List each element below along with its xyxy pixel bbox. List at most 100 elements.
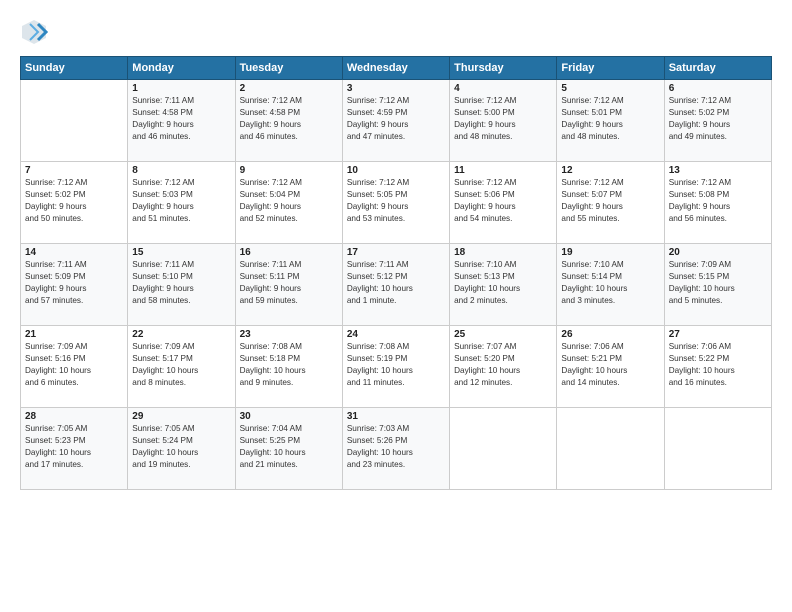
day-info: Sunrise: 7:12 AM Sunset: 5:06 PM Dayligh…	[454, 177, 552, 225]
day-info: Sunrise: 7:11 AM Sunset: 5:12 PM Dayligh…	[347, 259, 445, 307]
day-number: 21	[25, 329, 123, 340]
calendar-cell: 12Sunrise: 7:12 AM Sunset: 5:07 PM Dayli…	[557, 162, 664, 244]
calendar-cell: 6Sunrise: 7:12 AM Sunset: 5:02 PM Daylig…	[664, 80, 771, 162]
calendar-week-row: 1Sunrise: 7:11 AM Sunset: 4:58 PM Daylig…	[21, 80, 772, 162]
day-info: Sunrise: 7:08 AM Sunset: 5:18 PM Dayligh…	[240, 341, 338, 389]
calendar-cell: 24Sunrise: 7:08 AM Sunset: 5:19 PM Dayli…	[342, 326, 449, 408]
day-info: Sunrise: 7:12 AM Sunset: 5:00 PM Dayligh…	[454, 95, 552, 143]
day-info: Sunrise: 7:09 AM Sunset: 5:17 PM Dayligh…	[132, 341, 230, 389]
day-number: 2	[240, 83, 338, 94]
header-day: Friday	[557, 57, 664, 80]
day-info: Sunrise: 7:12 AM Sunset: 4:59 PM Dayligh…	[347, 95, 445, 143]
day-info: Sunrise: 7:11 AM Sunset: 5:10 PM Dayligh…	[132, 259, 230, 307]
calendar-cell: 11Sunrise: 7:12 AM Sunset: 5:06 PM Dayli…	[450, 162, 557, 244]
day-info: Sunrise: 7:03 AM Sunset: 5:26 PM Dayligh…	[347, 423, 445, 471]
day-number: 11	[454, 165, 552, 176]
calendar-week-row: 14Sunrise: 7:11 AM Sunset: 5:09 PM Dayli…	[21, 244, 772, 326]
calendar-cell: 21Sunrise: 7:09 AM Sunset: 5:16 PM Dayli…	[21, 326, 128, 408]
day-info: Sunrise: 7:11 AM Sunset: 4:58 PM Dayligh…	[132, 95, 230, 143]
day-number: 14	[25, 247, 123, 258]
calendar-cell: 4Sunrise: 7:12 AM Sunset: 5:00 PM Daylig…	[450, 80, 557, 162]
day-info: Sunrise: 7:04 AM Sunset: 5:25 PM Dayligh…	[240, 423, 338, 471]
day-info: Sunrise: 7:12 AM Sunset: 5:03 PM Dayligh…	[132, 177, 230, 225]
day-info: Sunrise: 7:05 AM Sunset: 5:24 PM Dayligh…	[132, 423, 230, 471]
calendar-cell: 18Sunrise: 7:10 AM Sunset: 5:13 PM Dayli…	[450, 244, 557, 326]
day-number: 26	[561, 329, 659, 340]
calendar-cell: 3Sunrise: 7:12 AM Sunset: 4:59 PM Daylig…	[342, 80, 449, 162]
day-info: Sunrise: 7:05 AM Sunset: 5:23 PM Dayligh…	[25, 423, 123, 471]
day-number: 12	[561, 165, 659, 176]
day-number: 16	[240, 247, 338, 258]
day-number: 6	[669, 83, 767, 94]
calendar-page: SundayMondayTuesdayWednesdayThursdayFrid…	[0, 0, 792, 612]
calendar-cell: 1Sunrise: 7:11 AM Sunset: 4:58 PM Daylig…	[128, 80, 235, 162]
day-number: 29	[132, 411, 230, 422]
day-number: 5	[561, 83, 659, 94]
header-day: Sunday	[21, 57, 128, 80]
day-info: Sunrise: 7:12 AM Sunset: 5:05 PM Dayligh…	[347, 177, 445, 225]
page-header	[20, 18, 772, 46]
day-info: Sunrise: 7:09 AM Sunset: 5:16 PM Dayligh…	[25, 341, 123, 389]
logo	[20, 18, 52, 46]
header-day: Thursday	[450, 57, 557, 80]
day-number: 23	[240, 329, 338, 340]
calendar-cell	[664, 408, 771, 490]
calendar-cell: 10Sunrise: 7:12 AM Sunset: 5:05 PM Dayli…	[342, 162, 449, 244]
calendar-cell: 31Sunrise: 7:03 AM Sunset: 5:26 PM Dayli…	[342, 408, 449, 490]
day-number: 25	[454, 329, 552, 340]
day-info: Sunrise: 7:12 AM Sunset: 5:02 PM Dayligh…	[669, 95, 767, 143]
day-number: 28	[25, 411, 123, 422]
calendar-cell: 19Sunrise: 7:10 AM Sunset: 5:14 PM Dayli…	[557, 244, 664, 326]
calendar-cell: 8Sunrise: 7:12 AM Sunset: 5:03 PM Daylig…	[128, 162, 235, 244]
logo-icon	[20, 18, 48, 46]
calendar-cell: 15Sunrise: 7:11 AM Sunset: 5:10 PM Dayli…	[128, 244, 235, 326]
calendar-cell: 29Sunrise: 7:05 AM Sunset: 5:24 PM Dayli…	[128, 408, 235, 490]
day-number: 20	[669, 247, 767, 258]
calendar-week-row: 28Sunrise: 7:05 AM Sunset: 5:23 PM Dayli…	[21, 408, 772, 490]
calendar-cell: 27Sunrise: 7:06 AM Sunset: 5:22 PM Dayli…	[664, 326, 771, 408]
day-info: Sunrise: 7:07 AM Sunset: 5:20 PM Dayligh…	[454, 341, 552, 389]
day-number: 27	[669, 329, 767, 340]
calendar-table: SundayMondayTuesdayWednesdayThursdayFrid…	[20, 56, 772, 490]
day-number: 19	[561, 247, 659, 258]
header-row: SundayMondayTuesdayWednesdayThursdayFrid…	[21, 57, 772, 80]
calendar-header: SundayMondayTuesdayWednesdayThursdayFrid…	[21, 57, 772, 80]
day-number: 22	[132, 329, 230, 340]
calendar-cell: 9Sunrise: 7:12 AM Sunset: 5:04 PM Daylig…	[235, 162, 342, 244]
calendar-cell: 20Sunrise: 7:09 AM Sunset: 5:15 PM Dayli…	[664, 244, 771, 326]
calendar-cell: 23Sunrise: 7:08 AM Sunset: 5:18 PM Dayli…	[235, 326, 342, 408]
day-number: 3	[347, 83, 445, 94]
day-number: 10	[347, 165, 445, 176]
header-day: Wednesday	[342, 57, 449, 80]
calendar-week-row: 7Sunrise: 7:12 AM Sunset: 5:02 PM Daylig…	[21, 162, 772, 244]
day-number: 8	[132, 165, 230, 176]
day-info: Sunrise: 7:12 AM Sunset: 5:02 PM Dayligh…	[25, 177, 123, 225]
calendar-cell: 28Sunrise: 7:05 AM Sunset: 5:23 PM Dayli…	[21, 408, 128, 490]
day-number: 9	[240, 165, 338, 176]
day-number: 13	[669, 165, 767, 176]
day-info: Sunrise: 7:08 AM Sunset: 5:19 PM Dayligh…	[347, 341, 445, 389]
calendar-cell: 30Sunrise: 7:04 AM Sunset: 5:25 PM Dayli…	[235, 408, 342, 490]
calendar-cell: 2Sunrise: 7:12 AM Sunset: 4:58 PM Daylig…	[235, 80, 342, 162]
calendar-cell: 22Sunrise: 7:09 AM Sunset: 5:17 PM Dayli…	[128, 326, 235, 408]
day-number: 17	[347, 247, 445, 258]
calendar-cell: 14Sunrise: 7:11 AM Sunset: 5:09 PM Dayli…	[21, 244, 128, 326]
calendar-cell: 26Sunrise: 7:06 AM Sunset: 5:21 PM Dayli…	[557, 326, 664, 408]
calendar-cell: 13Sunrise: 7:12 AM Sunset: 5:08 PM Dayli…	[664, 162, 771, 244]
calendar-cell: 7Sunrise: 7:12 AM Sunset: 5:02 PM Daylig…	[21, 162, 128, 244]
calendar-week-row: 21Sunrise: 7:09 AM Sunset: 5:16 PM Dayli…	[21, 326, 772, 408]
day-info: Sunrise: 7:11 AM Sunset: 5:09 PM Dayligh…	[25, 259, 123, 307]
day-number: 18	[454, 247, 552, 258]
day-number: 15	[132, 247, 230, 258]
calendar-cell	[21, 80, 128, 162]
day-info: Sunrise: 7:06 AM Sunset: 5:22 PM Dayligh…	[669, 341, 767, 389]
calendar-body: 1Sunrise: 7:11 AM Sunset: 4:58 PM Daylig…	[21, 80, 772, 490]
day-info: Sunrise: 7:09 AM Sunset: 5:15 PM Dayligh…	[669, 259, 767, 307]
calendar-cell: 17Sunrise: 7:11 AM Sunset: 5:12 PM Dayli…	[342, 244, 449, 326]
day-number: 7	[25, 165, 123, 176]
day-number: 31	[347, 411, 445, 422]
day-number: 30	[240, 411, 338, 422]
day-info: Sunrise: 7:06 AM Sunset: 5:21 PM Dayligh…	[561, 341, 659, 389]
calendar-cell: 16Sunrise: 7:11 AM Sunset: 5:11 PM Dayli…	[235, 244, 342, 326]
day-number: 1	[132, 83, 230, 94]
